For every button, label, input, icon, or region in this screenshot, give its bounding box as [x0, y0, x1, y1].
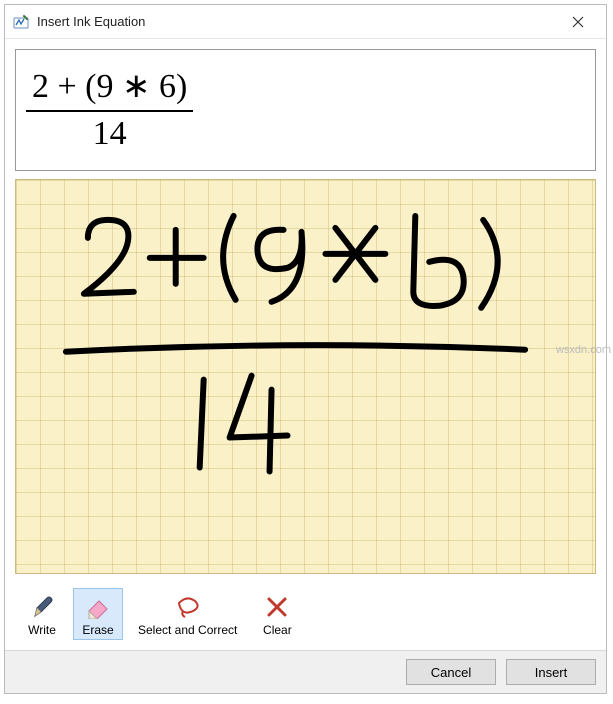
clear-x-icon	[263, 593, 291, 621]
dialog-window: Insert Ink Equation 2 + (9 ∗ 6) 14	[4, 4, 607, 694]
write-tool-label: Write	[28, 623, 56, 637]
select-correct-tool-label: Select and Correct	[138, 623, 237, 637]
ink-canvas[interactable]	[15, 179, 596, 574]
handwriting-ink	[16, 180, 595, 547]
pen-icon	[28, 593, 56, 621]
recognized-equation-preview: 2 + (9 ∗ 6) 14	[15, 49, 596, 171]
write-tool-button[interactable]: Write	[17, 588, 67, 640]
ink-equation-icon	[13, 14, 29, 30]
erase-tool-button[interactable]: Erase	[73, 588, 123, 640]
window-title: Insert Ink Equation	[37, 14, 558, 29]
clear-tool-button[interactable]: Clear	[252, 588, 302, 640]
clear-tool-label: Clear	[263, 623, 292, 637]
close-icon	[572, 16, 584, 28]
dialog-content: 2 + (9 ∗ 6) 14	[5, 39, 606, 650]
cancel-button[interactable]: Cancel	[406, 659, 496, 685]
fraction-denominator: 14	[87, 114, 133, 153]
insert-button[interactable]: Insert	[506, 659, 596, 685]
select-correct-tool-button[interactable]: Select and Correct	[129, 588, 246, 640]
fraction-bar	[26, 110, 193, 112]
erase-tool-label: Erase	[82, 623, 113, 637]
titlebar: Insert Ink Equation	[5, 5, 606, 39]
fraction: 2 + (9 ∗ 6) 14	[26, 67, 193, 153]
lasso-icon	[174, 593, 202, 621]
tool-toolbar: Write Erase Select and	[15, 582, 596, 642]
dialog-footer: Cancel Insert	[5, 650, 606, 693]
eraser-icon	[84, 593, 112, 621]
fraction-numerator: 2 + (9 ∗ 6)	[26, 67, 193, 106]
close-button[interactable]	[558, 10, 598, 34]
